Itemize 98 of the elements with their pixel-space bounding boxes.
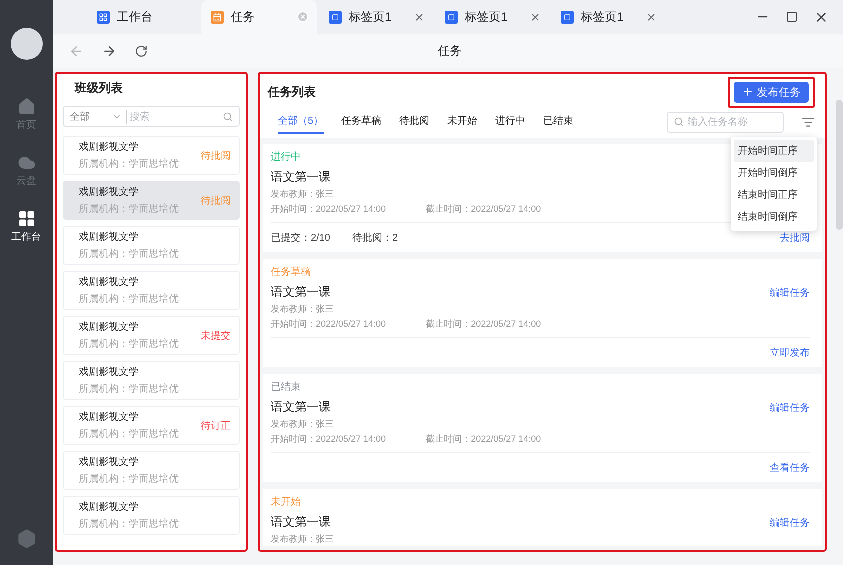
- search-icon: [674, 117, 684, 127]
- close-icon[interactable]: [646, 12, 657, 22]
- task-title: 语文第一课: [271, 169, 331, 186]
- sort-option[interactable]: 结束时间正序: [734, 184, 814, 206]
- class-status: 待订正: [201, 420, 231, 432]
- class-name: 戏剧影视文学: [79, 230, 140, 244]
- task-end-time: 截止时间：2022/05/27 14:00: [426, 318, 542, 331]
- task-end-time: 截止时间：2022/05/27 14:00: [426, 433, 542, 446]
- filter-tab[interactable]: 进行中: [496, 110, 526, 134]
- scrollbar[interactable]: [836, 100, 843, 230]
- task-teacher: 发布教师：张三: [271, 418, 334, 431]
- close-icon[interactable]: [530, 12, 541, 22]
- sidebar-item[interactable]: 工作台: [12, 210, 42, 244]
- window-tab[interactable]: 任务: [201, 0, 317, 34]
- task-action-link[interactable]: 查看任务: [770, 460, 810, 474]
- class-status: 待批阅: [201, 194, 231, 208]
- maximize-icon[interactable]: [786, 11, 798, 23]
- plus-icon: [742, 86, 754, 98]
- class-org: 所属机构：学而思培优: [79, 202, 180, 216]
- window-tab[interactable]: 标签页1: [317, 0, 433, 34]
- calendar-icon: [211, 10, 224, 24]
- class-name: 戏剧影视文学: [79, 366, 140, 379]
- sort-option[interactable]: 开始时间正序: [734, 140, 814, 162]
- class-org: 所属机构：学而思培优: [79, 382, 180, 396]
- class-item[interactable]: 戏剧影视文学 所属机构：学而思培优: [63, 226, 240, 265]
- class-item[interactable]: 戏剧影视文学 所属机构：学而思培优 待订正: [63, 406, 240, 445]
- task-teacher: 发布教师：张三: [271, 188, 334, 201]
- class-item[interactable]: 戏剧影视文学 所属机构：学而思培优 未提交: [63, 316, 240, 355]
- app-icon: [445, 10, 458, 24]
- grid-icon: [18, 210, 36, 228]
- class-name: 戏剧影视文学: [79, 276, 140, 289]
- window-tab[interactable]: 工作台: [85, 0, 201, 34]
- task-status: 任务草稿: [271, 266, 311, 279]
- forward-icon[interactable]: [102, 44, 117, 58]
- task-status: 已结束: [271, 380, 301, 394]
- class-org: 所属机构：学而思培优: [79, 338, 180, 351]
- sort-option[interactable]: 开始时间倒序: [734, 162, 814, 184]
- class-item[interactable]: 戏剧影视文学 所属机构：学而思培优: [63, 451, 240, 490]
- window-tab[interactable]: 标签页1: [433, 0, 549, 34]
- class-name: 戏剧影视文学: [79, 456, 140, 469]
- task-status: 进行中: [271, 150, 301, 164]
- class-item[interactable]: 戏剧影视文学 所属机构：学而思培优: [63, 361, 240, 400]
- search-icon: [223, 112, 233, 122]
- close-icon[interactable]: [414, 12, 425, 22]
- filter-tab[interactable]: 已结束: [544, 110, 574, 134]
- filter-tab[interactable]: 全部（5）: [278, 110, 324, 134]
- task-title: 语文第一课: [271, 514, 331, 531]
- task-stat: 已提交：2/10: [271, 232, 330, 244]
- task-start-time: 开始时间：2022/05/27 14:00: [271, 318, 386, 331]
- class-name: 戏剧影视文学: [79, 186, 140, 199]
- window-tab[interactable]: 标签页1: [549, 0, 665, 34]
- task-status: 未开始: [271, 496, 301, 509]
- page-title: 任务: [438, 42, 462, 60]
- task-stat: 待批阅：2: [352, 232, 398, 244]
- class-org: 所属机构：学而思培优: [79, 158, 180, 171]
- cloud-icon: [18, 154, 36, 172]
- task-action-link[interactable]: 去批阅: [780, 230, 810, 244]
- publish-button[interactable]: 发布任务: [734, 82, 809, 102]
- class-item[interactable]: 戏剧影视文学 所属机构：学而思培优 待批阅: [63, 181, 240, 220]
- task-start-time: 开始时间：2022/05/27 14:00: [271, 203, 386, 216]
- class-org: 所属机构：学而思培优: [79, 292, 180, 306]
- class-org: 所属机构：学而思培优: [79, 518, 180, 531]
- class-org: 所属机构：学而思培优: [79, 428, 180, 441]
- class-item[interactable]: 戏剧影视文学 所属机构：学而思培优: [63, 496, 240, 535]
- task-teacher: 发布教师：张三: [271, 303, 334, 316]
- filter-tab[interactable]: 待批阅: [400, 110, 430, 134]
- task-start-time: 开始时间：2022/05/27 14:00: [271, 433, 386, 446]
- class-org: 所属机构：学而思培优: [79, 472, 180, 486]
- task-action-link[interactable]: 立即发布: [770, 346, 810, 360]
- panel-title: 任务列表: [268, 84, 317, 100]
- class-name: 戏剧影视文学: [79, 320, 140, 334]
- panel-title: 班级列表: [74, 80, 124, 97]
- filter-tab[interactable]: 未开始: [448, 110, 478, 134]
- sort-option[interactable]: 结束时间倒序: [734, 206, 814, 228]
- class-name: 戏剧影视文学: [79, 140, 140, 154]
- app-icon: [561, 10, 574, 24]
- task-teacher: 发布教师：张三: [271, 533, 334, 546]
- class-status: 未提交: [201, 330, 231, 342]
- filter-tab[interactable]: 任务草稿: [342, 110, 382, 134]
- class-item[interactable]: 戏剧影视文学 所属机构：学而思培优: [63, 271, 240, 310]
- task-action-link[interactable]: 编辑任务: [770, 516, 810, 530]
- task-title: 语文第一课: [271, 284, 331, 301]
- task-end-time: 截止时间：2022/05/27 14:00: [426, 203, 542, 216]
- class-name: 戏剧影视文学: [79, 410, 140, 424]
- task-title: 语文第一课: [271, 399, 331, 416]
- grid-icon: [97, 10, 110, 24]
- task-action-link[interactable]: 编辑任务: [770, 400, 810, 414]
- refresh-icon[interactable]: [135, 44, 148, 58]
- class-status: 待批阅: [201, 150, 231, 162]
- avatar[interactable]: [10, 28, 42, 60]
- sort-icon[interactable]: [802, 116, 815, 128]
- class-item[interactable]: 戏剧影视文学 所属机构：学而思培优 待批阅: [63, 136, 240, 175]
- search-field[interactable]: 全部 搜索: [63, 106, 240, 127]
- home-icon: [18, 98, 36, 116]
- class-org: 所属机构：学而思培优: [79, 248, 180, 261]
- app-icon: [329, 10, 342, 24]
- class-name: 戏剧影视文学: [79, 500, 140, 514]
- task-action-link[interactable]: 编辑任务: [770, 286, 810, 300]
